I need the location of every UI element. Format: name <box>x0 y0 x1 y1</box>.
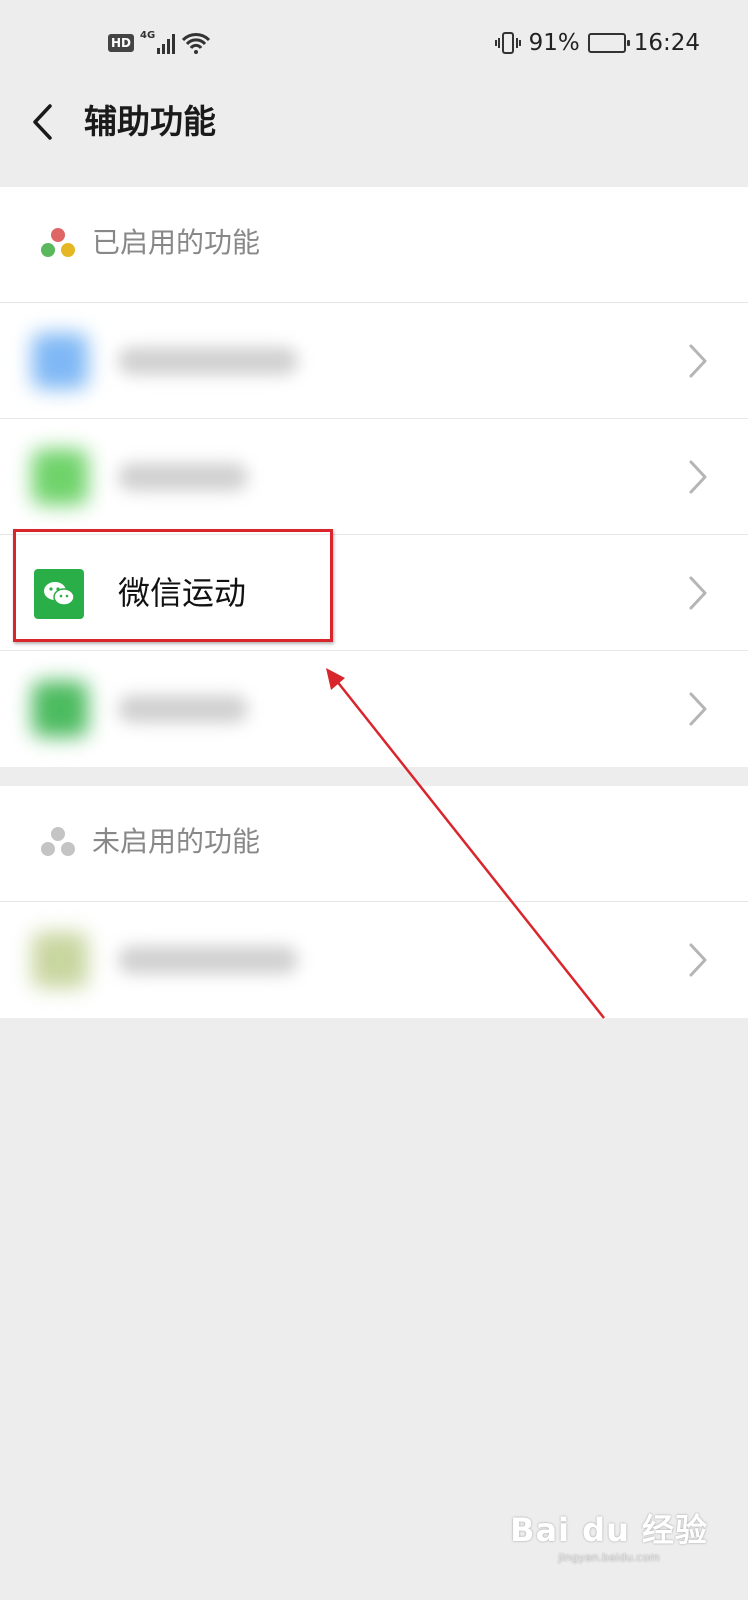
feature-row-blurred[interactable] <box>0 419 748 535</box>
signal-icon <box>157 32 176 54</box>
chevron-right-icon <box>689 344 707 378</box>
feature-row-blurred[interactable] <box>0 303 748 419</box>
watermark-main: Bai du 经验 <box>510 1511 708 1549</box>
baidu-watermark: Bai du 经验 jingyan.baidu.com <box>510 1505 708 1564</box>
feature-icon-blurred <box>32 333 88 389</box>
annotation-highlight-box <box>13 529 333 642</box>
status-right: 91% 16:24 <box>494 28 700 58</box>
chevron-left-icon <box>33 104 52 140</box>
enabled-section-label: 已启用的功能 <box>92 226 261 259</box>
feature-label-blurred <box>118 347 298 375</box>
feature-row-blurred[interactable] <box>0 651 748 767</box>
feature-icon-blurred <box>32 681 88 737</box>
feature-label-blurred <box>118 695 248 723</box>
enabled-features-section: 已启用的功能 微信运动 <box>0 187 748 767</box>
clock: 16:24 <box>633 30 700 56</box>
feature-row-blurred[interactable] <box>0 902 748 1018</box>
feature-icon-blurred <box>32 932 88 988</box>
chevron-right-icon <box>689 460 707 494</box>
disabled-section-label: 未启用的功能 <box>92 825 261 858</box>
chevron-right-icon <box>689 692 707 726</box>
feature-icon-blurred <box>32 449 88 505</box>
feature-label-blurred <box>118 463 248 491</box>
network-type: 4G <box>140 29 156 41</box>
gray-dots-icon <box>41 827 75 856</box>
colored-dots-icon <box>41 228 75 257</box>
page-title: 辅助功能 <box>84 102 216 141</box>
enabled-section-header: 已启用的功能 <box>0 187 748 303</box>
status-left: HD 4G <box>108 28 211 58</box>
wifi-icon <box>182 33 211 54</box>
nav-bar: 辅助功能 <box>0 86 748 168</box>
feature-label-blurred <box>118 946 298 974</box>
back-button[interactable] <box>22 100 62 144</box>
battery-percent: 91% <box>528 30 580 56</box>
hd-badge: HD <box>108 34 135 52</box>
status-bar: HD 4G 91% 16:24 <box>0 0 748 86</box>
chevron-right-icon <box>689 576 707 610</box>
vibrate-icon <box>494 32 521 54</box>
battery-icon <box>587 33 630 53</box>
disabled-features-section: 未启用的功能 <box>0 786 748 1018</box>
chevron-right-icon <box>689 943 707 977</box>
disabled-section-header: 未启用的功能 <box>0 786 748 902</box>
watermark-sub: jingyan.baidu.com <box>558 1551 660 1564</box>
